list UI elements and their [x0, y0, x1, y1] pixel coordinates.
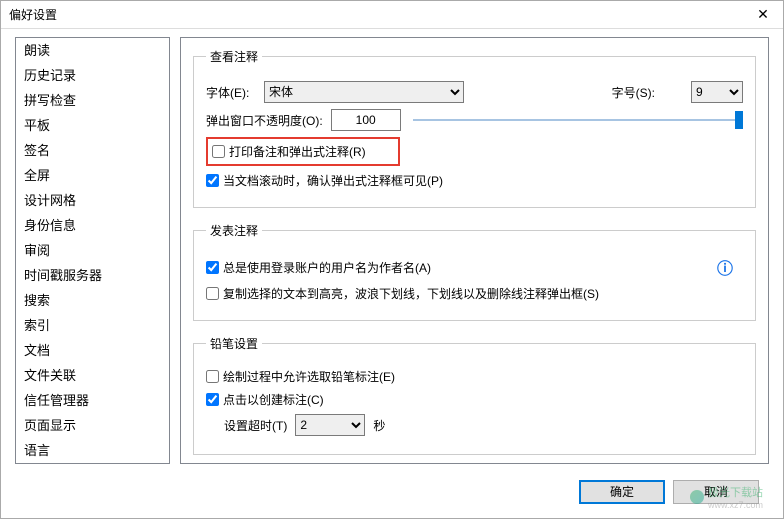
sidebar-item[interactable]: 文件关联 — [16, 363, 169, 388]
ok-button[interactable]: 确定 — [579, 480, 665, 504]
use-login-name-label[interactable]: 总是使用登录账户的用户名为作者名(A) — [206, 259, 431, 276]
highlight-box: 打印备注和弹出式注释(R) — [206, 137, 400, 166]
view-comments-group: 查看注释 字体(E): 宋体 字号(S): 9 弹出窗口不透明度(O): — [193, 48, 756, 208]
sidebar-item[interactable]: 全屏 — [16, 163, 169, 188]
copy-highlight-label[interactable]: 复制选择的文本到高亮，波浪下划线，下划线以及删除线注释弹出框(S) — [206, 285, 599, 302]
timeout-select[interactable]: 2 — [295, 414, 365, 436]
footer: 确定 取消 极光下载站 www.xz7.com — [1, 472, 783, 512]
window-title: 偏好设置 — [9, 6, 57, 23]
font-label: 字体(E): — [206, 84, 256, 101]
sidebar-item[interactable]: 时间戳服务器 — [16, 263, 169, 288]
sidebar-item[interactable]: 设计网格 — [16, 188, 169, 213]
size-label: 字号(S): — [612, 84, 655, 101]
view-comments-legend: 查看注释 — [206, 48, 262, 65]
main-panel-wrapper: 查看注释 字体(E): 宋体 字号(S): 9 弹出窗口不透明度(O): — [170, 29, 783, 472]
ensure-visible-checkbox[interactable] — [206, 174, 219, 187]
click-create-checkbox[interactable] — [206, 393, 219, 406]
sidebar-item[interactable]: 语言 — [16, 438, 169, 463]
post-comments-group: 发表注释 总是使用登录账户的用户名为作者名(A) ⓘ 复制选择的文本到高亮，波浪… — [193, 222, 756, 321]
ensure-visible-checkbox-label[interactable]: 当文档滚动时，确认弹出式注释框可见(P) — [206, 172, 443, 189]
category-sidebar[interactable]: 朗读 历史记录 拼写检查 平板 签名 全屏 设计网格 身份信息 审阅 时间戳服务… — [15, 37, 170, 464]
size-select[interactable]: 9 — [691, 81, 743, 103]
sidebar-item[interactable]: 搜索 — [16, 288, 169, 313]
sidebar-item[interactable]: 朗读 — [16, 38, 169, 63]
sidebar-item[interactable]: 历史记录 — [16, 63, 169, 88]
use-login-name-checkbox[interactable] — [206, 261, 219, 274]
sidebar-item[interactable]: 页面显示 — [16, 413, 169, 438]
sidebar-item[interactable]: 信任管理器 — [16, 388, 169, 413]
sidebar-item[interactable]: 阅读 — [16, 463, 169, 464]
font-select[interactable]: 宋体 — [264, 81, 464, 103]
opacity-label: 弹出窗口不透明度(O): — [206, 112, 323, 129]
content-area: 朗读 历史记录 拼写检查 平板 签名 全屏 设计网格 身份信息 审阅 时间戳服务… — [1, 29, 783, 472]
allow-select-checkbox[interactable] — [206, 370, 219, 383]
click-create-label[interactable]: 点击以创建标注(C) — [206, 391, 324, 408]
timeout-unit: 秒 — [373, 417, 385, 434]
print-popup-checkbox[interactable] — [212, 145, 225, 158]
slider-thumb[interactable] — [735, 111, 743, 129]
pencil-group: 铅笔设置 绘制过程中允许选取铅笔标注(E) 点击以创建标注(C) 设置超时(T) — [193, 335, 756, 455]
titlebar: 偏好设置 ✕ — [1, 1, 783, 29]
settings-panel: 查看注释 字体(E): 宋体 字号(S): 9 弹出窗口不透明度(O): — [180, 37, 769, 464]
sidebar-item[interactable]: 拼写检查 — [16, 88, 169, 113]
pencil-legend: 铅笔设置 — [206, 335, 262, 352]
sidebar-item[interactable]: 审阅 — [16, 238, 169, 263]
sidebar-item[interactable]: 签名 — [16, 138, 169, 163]
allow-select-label[interactable]: 绘制过程中允许选取铅笔标注(E) — [206, 368, 395, 385]
copy-highlight-checkbox[interactable] — [206, 287, 219, 300]
print-popup-checkbox-label[interactable]: 打印备注和弹出式注释(R) — [212, 143, 366, 160]
close-button[interactable]: ✕ — [743, 1, 783, 29]
sidebar-item[interactable]: 身份信息 — [16, 213, 169, 238]
sidebar-item[interactable]: 平板 — [16, 113, 169, 138]
sidebar-item[interactable]: 文档 — [16, 338, 169, 363]
opacity-input[interactable] — [331, 109, 401, 131]
opacity-slider[interactable] — [413, 110, 743, 130]
info-icon[interactable]: ⓘ — [717, 255, 733, 279]
post-comments-legend: 发表注释 — [206, 222, 262, 239]
timeout-label: 设置超时(T) — [224, 417, 287, 434]
sidebar-item[interactable]: 索引 — [16, 313, 169, 338]
cancel-button[interactable]: 取消 — [673, 480, 759, 504]
